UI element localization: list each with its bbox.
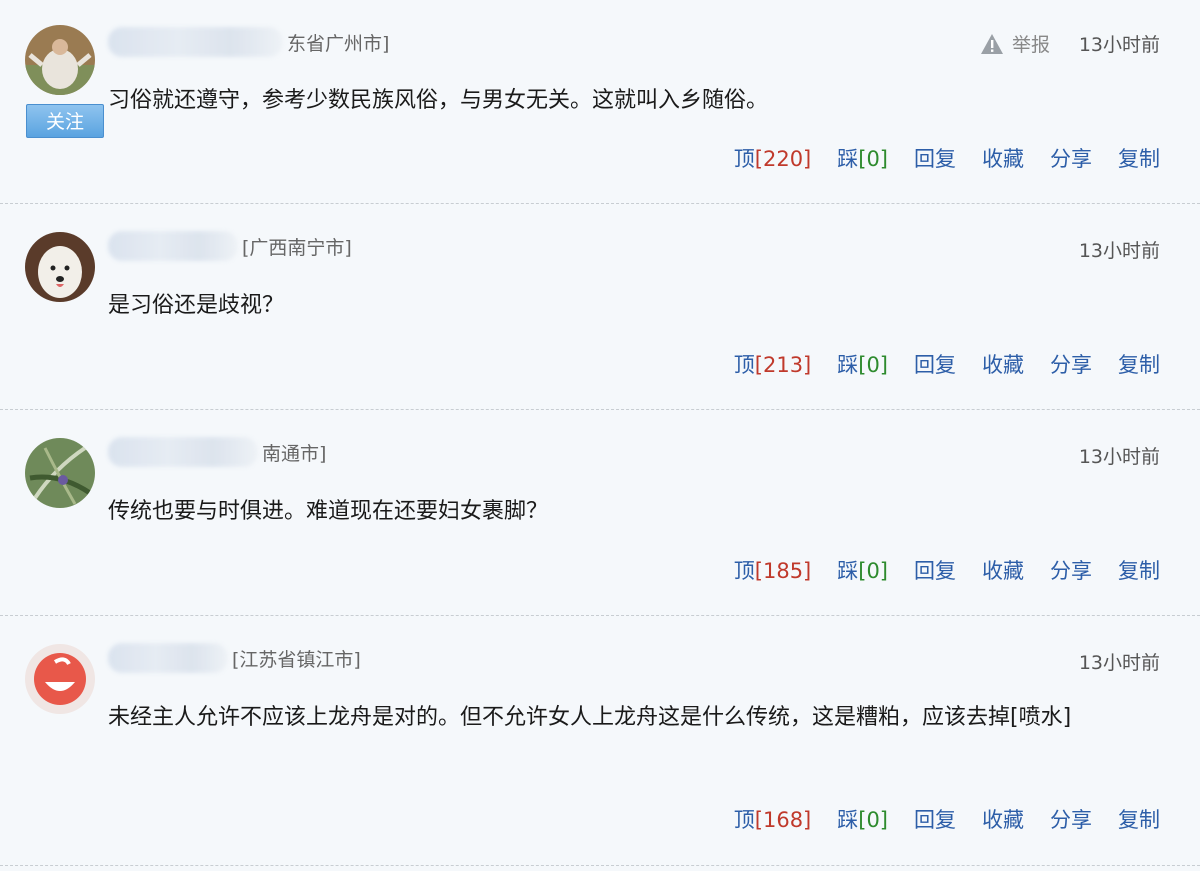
user-location: 南通市] [262,442,327,465]
follow-button[interactable]: 关注 [26,104,104,138]
upvote-button[interactable]: 顶[213] [734,349,811,379]
upvote-label: 顶 [733,147,755,171]
username-redacted[interactable] [108,643,228,673]
downvote-button[interactable]: 踩[0] [837,555,888,585]
user-avatar[interactable] [25,438,95,508]
upvote-count: [220] [754,147,812,171]
comment-item: 南通市] 13小时前 传统也要与时俱进。难道现在还要妇女裹脚？ 顶[185] 踩… [0,410,1200,616]
downvote-label: 踩 [837,147,859,171]
comment-text: 是习俗还是歧视？ [108,293,285,318]
user-location: [江苏省镇江市] [232,648,361,671]
comment-time: 13小时前 [1078,446,1160,468]
comment-meta: 东省广州市] [108,27,389,57]
username-redacted[interactable] [108,231,238,261]
downvote-count: [0] [858,353,888,377]
reply-button[interactable]: 回复 [914,804,956,834]
downvote-count: [0] [858,559,888,583]
comment-actions: 顶[213] 踩[0] 回复 收藏 分享 复制 [708,349,1160,379]
comment-actions: 顶[185] 踩[0] 回复 收藏 分享 复制 [708,555,1160,585]
share-button[interactable]: 分享 [1050,804,1092,834]
user-location: [广西南宁市] [242,236,352,259]
report-label: 举报 [1011,34,1050,56]
comment-item: [广西南宁市] 13小时前 是习俗还是歧视？ 顶[213] 踩[0] 回复 收藏… [0,204,1200,410]
username-redacted[interactable] [108,27,283,57]
comment-text: 习俗就还遵守，参考少数民族风俗，与男女无关。这就叫入乡随俗。 [108,88,769,113]
user-location: 东省广州市] [287,32,390,55]
upvote-button[interactable]: 顶[185] [734,555,811,585]
reply-button[interactable]: 回复 [914,555,956,585]
upvote-count: [185] [754,559,812,583]
comment-item: [江苏省镇江市] 13小时前 未经主人允许不应该上龙舟是对的。但不允许女人上龙舟… [0,616,1200,866]
copy-button[interactable]: 复制 [1118,804,1160,834]
reply-button[interactable]: 回复 [914,349,956,379]
share-button[interactable]: 分享 [1050,555,1092,585]
collect-button[interactable]: 收藏 [982,349,1024,379]
upvote-button[interactable]: 顶[220] [734,143,811,173]
upvote-count: [168] [754,808,812,832]
user-avatar[interactable] [25,644,95,714]
comment-text: 未经主人允许不应该上龙舟是对的。但不允许女人上龙舟这是什么传统，这是糟粕，应该去… [108,705,1072,730]
downvote-label: 踩 [837,559,859,583]
warning-icon [980,33,1003,54]
copy-button[interactable]: 复制 [1118,349,1160,379]
upvote-label: 顶 [733,353,755,377]
user-avatar[interactable] [25,25,95,95]
copy-button[interactable]: 复制 [1118,143,1160,173]
downvote-label: 踩 [837,353,859,377]
comment-time: 13小时前 [1078,240,1160,262]
comment-text: 传统也要与时俱进。难道现在还要妇女裹脚？ [108,499,549,524]
downvote-count: [0] [858,808,888,832]
report-button[interactable]: 举报 [980,30,1050,57]
collect-button[interactable]: 收藏 [982,143,1024,173]
comment-time: 13小时前 [1078,652,1160,674]
user-avatar[interactable] [25,232,95,302]
share-button[interactable]: 分享 [1050,143,1092,173]
downvote-button[interactable]: 踩[0] [837,143,888,173]
comment-time: 13小时前 [1078,34,1160,56]
collect-button[interactable]: 收藏 [982,804,1024,834]
comment-meta: 南通市] [108,437,326,467]
downvote-label: 踩 [837,808,859,832]
comment-item: 关注 东省广州市] 举报 13小时前 习俗就还遵守，参考少数民族风俗，与男女无关… [0,0,1200,204]
downvote-button[interactable]: 踩[0] [837,349,888,379]
upvote-button[interactable]: 顶[168] [734,804,811,834]
comment-actions: 顶[168] 踩[0] 回复 收藏 分享 复制 [708,804,1160,834]
reply-button[interactable]: 回复 [914,143,956,173]
upvote-label: 顶 [733,559,755,583]
copy-button[interactable]: 复制 [1118,555,1160,585]
upvote-label: 顶 [733,808,755,832]
collect-button[interactable]: 收藏 [982,555,1024,585]
username-redacted[interactable] [108,437,258,467]
downvote-button[interactable]: 踩[0] [837,804,888,834]
comment-meta: [江苏省镇江市] [108,643,361,673]
upvote-count: [213] [754,353,812,377]
comment-meta: [广西南宁市] [108,231,352,261]
downvote-count: [0] [858,147,888,171]
share-button[interactable]: 分享 [1050,349,1092,379]
comment-actions: 顶[220] 踩[0] 回复 收藏 分享 复制 [708,143,1160,173]
